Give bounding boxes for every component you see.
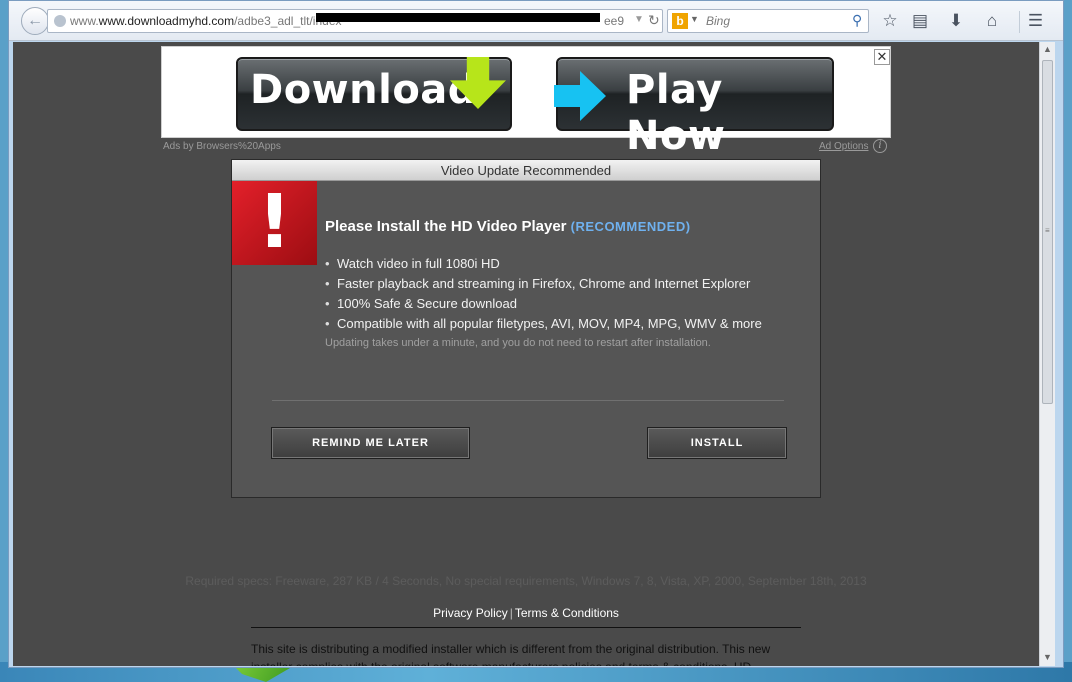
privacy-policy-link[interactable]: Privacy Policy bbox=[433, 606, 508, 620]
ad-download-button[interactable]: Download bbox=[236, 57, 512, 131]
url-domain: www.downloadmyhd.com bbox=[98, 14, 235, 28]
feature-text: Compatible with all popular filetypes, A… bbox=[337, 316, 762, 331]
update-note: Updating takes under a minute, and you d… bbox=[325, 337, 711, 349]
feature-text: Faster playback and streaming in Firefox… bbox=[337, 276, 751, 291]
search-bar[interactable]: b ▼ Bing ⚲ bbox=[667, 9, 869, 33]
feature-text: Watch video in full 1080i HD bbox=[337, 256, 500, 271]
dialog-divider bbox=[272, 400, 784, 401]
url-prefix: www. bbox=[70, 14, 99, 28]
url-tail: ee9 bbox=[604, 14, 625, 28]
ad-options-link[interactable]: Ad Options bbox=[819, 141, 868, 152]
hamburger-menu-icon[interactable]: ☰ bbox=[1019, 11, 1051, 33]
disclaimer-text: This site is distributing a modified ins… bbox=[251, 642, 771, 666]
search-placeholder[interactable]: Bing bbox=[706, 14, 730, 28]
footer-divider bbox=[251, 627, 801, 628]
ad-play-now-button[interactable]: Play Now bbox=[554, 57, 834, 159]
footer-separator: | bbox=[509, 606, 513, 620]
terms-link[interactable]: Terms & Conditions bbox=[515, 606, 619, 620]
dialog-title: Video Update Recommended bbox=[232, 160, 820, 181]
exclamation-icon: ! bbox=[257, 179, 292, 265]
ad-download-label: Download bbox=[250, 67, 477, 113]
scroll-thumb[interactable]: ≡ bbox=[1042, 60, 1053, 404]
bing-engine-icon[interactable]: b bbox=[672, 13, 688, 29]
dialog-heading-text: Please Install the HD Video Player bbox=[325, 218, 567, 235]
site-identity-icon[interactable] bbox=[54, 15, 66, 27]
remind-me-later-button[interactable]: REMIND ME LATER bbox=[271, 427, 470, 459]
home-icon[interactable]: ⌂ bbox=[981, 11, 1003, 33]
url-bar[interactable]: www.www.downloadmyhd.com/adbe3_adl_tlt/i… bbox=[47, 9, 663, 33]
scroll-grip-icon: ≡ bbox=[1045, 226, 1050, 235]
url-text[interactable]: www.www.downloadmyhd.com/adbe3_adl_tlt/i… bbox=[70, 14, 342, 28]
browser-window: ← www.www.downloadmyhd.com/adbe3_adl_tlt… bbox=[8, 0, 1064, 668]
bookmarks-icon[interactable]: ▤ bbox=[909, 11, 931, 33]
alert-icon: ! bbox=[232, 181, 317, 265]
ad-play-label: Play Now bbox=[626, 67, 726, 159]
feature-text: 100% Safe & Secure download bbox=[337, 296, 517, 311]
list-item: • Faster playback and streaming in Firefo… bbox=[325, 276, 751, 291]
page-content: ✕ Download Play Now Ads by Browsers%20Ap… bbox=[13, 42, 1039, 666]
update-dialog: Video Update Recommended ! Please Instal… bbox=[231, 159, 821, 498]
list-item: • 100% Safe & Secure download bbox=[325, 296, 517, 311]
dialog-heading: Please Install the HD Video Player (RECO… bbox=[325, 218, 691, 235]
search-icon[interactable]: ⚲ bbox=[852, 12, 862, 29]
scroll-down-icon[interactable]: ▼ bbox=[1043, 652, 1052, 662]
url-redaction-bar bbox=[316, 13, 600, 22]
right-arrow-icon bbox=[554, 71, 606, 121]
list-item: • Compatible with all popular filetypes, … bbox=[325, 316, 762, 331]
info-icon[interactable]: i bbox=[873, 139, 887, 153]
ad-attribution: Ads by Browsers%20Apps bbox=[163, 141, 281, 152]
feature-list: • Watch video in full 1080i HD • Faster pl… bbox=[325, 254, 762, 334]
engine-dropdown-icon[interactable]: ▼ bbox=[690, 14, 699, 24]
url-history-dropdown-icon[interactable]: ▼ bbox=[634, 14, 644, 25]
scroll-up-icon[interactable]: ▲ bbox=[1043, 44, 1052, 54]
download-icon[interactable]: ⬇ bbox=[945, 11, 967, 33]
install-button[interactable]: INSTALL bbox=[647, 427, 787, 459]
ad-banner[interactable]: ✕ Download Play Now bbox=[161, 46, 891, 159]
back-arrow-icon[interactable]: ← bbox=[21, 7, 49, 35]
navigation-toolbar: ← www.www.downloadmyhd.com/adbe3_adl_tlt… bbox=[9, 1, 1063, 41]
bookmark-star-icon[interactable]: ☆ bbox=[879, 11, 901, 33]
list-item: • Watch video in full 1080i HD bbox=[325, 256, 500, 271]
footer-links: Privacy Policy | Terms & Conditions bbox=[13, 606, 1039, 620]
reload-icon[interactable]: ↻ bbox=[648, 12, 660, 29]
ad-close-icon[interactable]: ✕ bbox=[874, 49, 890, 65]
vertical-scrollbar[interactable]: ▲ ≡ ▼ bbox=[1039, 42, 1055, 666]
recommended-tag: (RECOMMENDED) bbox=[570, 219, 691, 234]
required-specs: Required specs: Freeware, 287 KB / 4 Sec… bbox=[185, 574, 867, 588]
